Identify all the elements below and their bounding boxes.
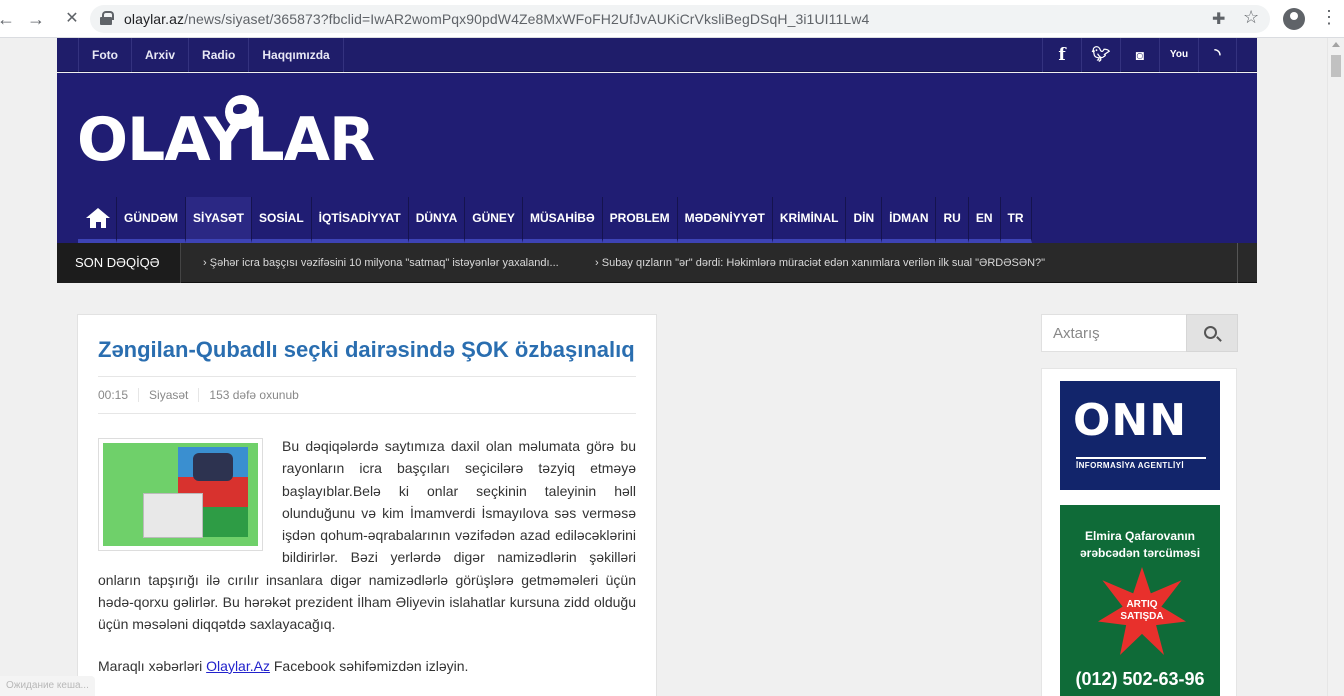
article-meta: 00:15 Siyasət 153 dəfə oxunub [98,376,636,414]
more-menu-icon[interactable]: ⋮ [1320,7,1338,27]
nav-item-ru[interactable]: RU [936,197,969,243]
search-button[interactable] [1186,314,1238,352]
ticker-news-item[interactable]: › Subay qızların "ər" dərdi: Həkimlərə m… [595,243,1045,283]
onn-subtitle: İNFORMASİYA AGENTLİYİ [1076,457,1206,470]
ticker-end [1237,243,1257,283]
top-link-arxiv[interactable]: Arxiv [132,38,190,72]
nav-item-din[interactable]: DİN [846,197,883,243]
nav-item-idman[interactable]: İDMAN [882,197,937,243]
facebook-page-link[interactable]: Olaylar.Az [206,658,270,674]
nav-item-guney[interactable]: GÜNEY [465,197,523,243]
twitter-icon[interactable]: 🐦︎ [1081,38,1120,72]
forward-arrow-icon[interactable]: → [26,9,46,29]
ticker-news-text: Şəhər icra başçısı vəzifəsini 10 milyona… [209,257,559,269]
rss-icon[interactable]: ◝ [1198,38,1237,72]
bookmark-star-icon[interactable]: ☆ [1243,7,1259,28]
nav-item-tr[interactable]: TR [1000,197,1032,243]
ticker-label: SON DƏQİQƏ [57,243,181,283]
scrollbar-thumb[interactable] [1331,55,1341,77]
onn-banner[interactable]: ONN İNFORMASİYA AGENTLİYİ [1060,381,1220,490]
url-path: /news/siyaset/365873?fbclid=IwAR2womPqx9… [184,11,870,27]
article-card: Zəngilan-Qubadlı seçki dairəsində ŞOK öz… [77,314,657,696]
social-links: f 🐦︎ ◙ You ◝ [1042,38,1237,72]
onn-logo-text: ONN [1073,395,1188,446]
article-time: 00:15 [98,388,140,402]
address-url[interactable]: olaylar.az/news/siyaset/365873?fbclid=Iw… [124,11,869,27]
article-views: 153 dəfə oxunub [209,388,299,402]
lock-icon[interactable] [100,11,114,25]
ticker-news-text: Subay qızların "ər" dərdi: Həkimlərə mür… [601,257,1046,269]
ticker-news-item[interactable]: › Şəhər icra başçısı vəzifəsini 10 milyo… [203,243,559,283]
follow-suffix: Facebook səhifəmizdən izləyin. [269,657,469,674]
url-host: olaylar.az [124,11,185,27]
nav-home[interactable] [78,197,117,243]
article-category[interactable]: Siyasət [139,388,200,402]
ad-panel: ONN İNFORMASİYA AGENTLİYİ Elmira Qafarov… [1041,368,1237,696]
nav-item-siyaset[interactable]: SİYASƏT [186,197,252,243]
search-box: Axtarış [1041,314,1238,352]
youtube-icon[interactable]: You [1159,38,1198,72]
nav-item-iqtisadiyyat[interactable]: İQTİSADİYYAT [311,197,409,243]
browser-status-bar: Ожидание кеша... [0,676,95,696]
nav-items: GÜNDƏM SİYASƏT SOSİAL İQTİSADİYYAT DÜNYA… [78,197,1032,243]
back-arrow-icon[interactable]: ← [0,9,16,29]
article-follow-line: Maraqlı xəbərləri Olaylar.Az Facebook sə… [98,655,636,677]
nav-item-sosial[interactable]: SOSİAL [252,197,312,243]
top-link-radio[interactable]: Radio [189,38,250,72]
top-link-haqqimizda[interactable]: Haqqımızda [249,38,344,72]
site-logo[interactable]: OLAYLAR [77,95,397,175]
browser-toolbar: ← → ✕ olaylar.az/news/siyaset/365873?fbc… [0,0,1344,38]
article-title[interactable]: Zəngilan-Qubadlı seçki dairəsində ŞOK öz… [98,337,643,363]
search-input[interactable]: Axtarış [1053,325,1100,342]
nav-item-gundem[interactable]: GÜNDƏM [117,197,187,243]
extensions-icon[interactable]: ✚ [1212,9,1225,29]
nav-item-dunya[interactable]: DÜNYA [408,197,466,243]
follow-prefix: Maraqlı xəbərləri [98,657,207,674]
stop-loading-icon[interactable]: ✕ [62,9,82,29]
burst-text-1: ARTIQ [1126,599,1158,610]
facebook-icon[interactable]: f [1042,38,1081,72]
nav-item-kriminal[interactable]: KRİMİNAL [772,197,847,243]
book-ad-line2: ərəbcədən tərcüməsi [1079,546,1201,560]
main-navigation: GÜNDƏM SİYASƏT SOSİAL İQTİSADİYYAT DÜNYA… [57,195,1257,243]
search-icon [1204,326,1217,339]
scroll-up-arrow-icon[interactable] [1332,42,1340,47]
book-ad-banner[interactable]: Elmira Qafarovanın ərəbcədən tərcüməsi A… [1060,505,1220,696]
page-scrollbar[interactable] [1327,38,1344,696]
nav-item-en[interactable]: EN [968,197,1001,243]
top-link-foto[interactable]: Foto [78,38,132,72]
nav-item-musahibe[interactable]: MÜSAHİBƏ [522,197,603,243]
breaking-news-ticker: SON DƏQİQƏ › Şəhər icra başçısı vəzifəsi… [57,243,1257,283]
article-body: Bu dəqiqələrdə saytımıza daxil olan məlu… [98,435,636,677]
top-links: Foto Arxiv Radio Haqqımızda [78,38,344,72]
globe-icon [225,95,259,129]
account-avatar-icon[interactable] [1283,8,1305,30]
address-bar[interactable]: olaylar.az/news/siyaset/365873?fbclid=Iw… [90,5,1270,33]
content-area: Zəngilan-Qubadlı seçki dairəsində ŞOK öz… [57,284,1257,696]
top-bar: Foto Arxiv Radio Haqqımızda f 🐦︎ ◙ You ◝ [57,38,1257,72]
book-ad-phone: (012) 502-63-96 [1075,669,1205,689]
burst-text-2: SATIŞDA [1120,611,1164,622]
book-ad-line1: Elmira Qafarovanın [1084,529,1196,543]
nav-item-problem[interactable]: PROBLEM [602,197,678,243]
site-header: OLAYLAR [57,73,1257,195]
nav-item-medeniyyet[interactable]: MƏDƏNİYYƏT [677,197,773,243]
site-page: Foto Arxiv Radio Haqqımızda f 🐦︎ ◙ You ◝… [57,38,1257,696]
instagram-icon[interactable]: ◙ [1120,38,1159,72]
